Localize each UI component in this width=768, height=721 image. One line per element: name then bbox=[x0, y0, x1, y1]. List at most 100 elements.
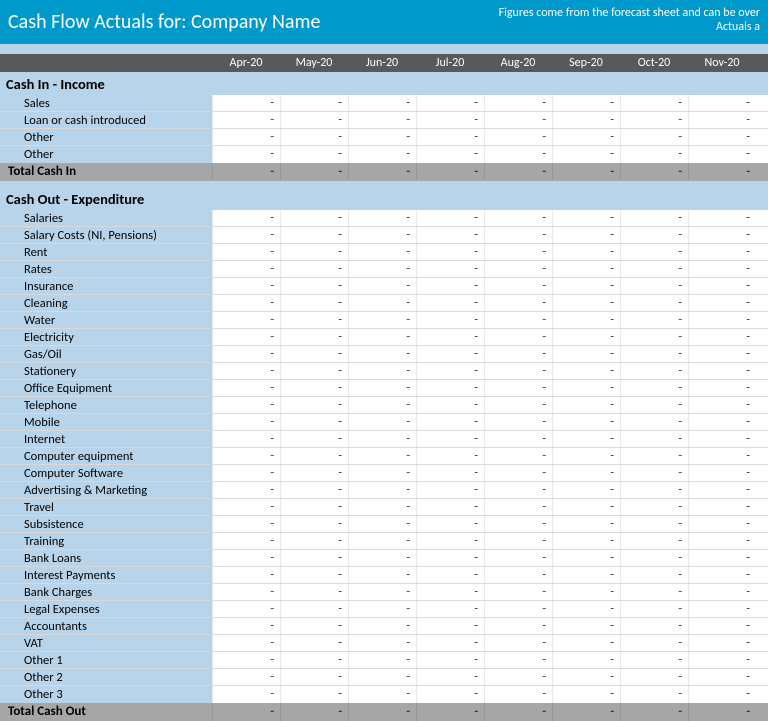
cell[interactable]: - bbox=[484, 584, 552, 600]
cell[interactable]: - bbox=[416, 95, 484, 111]
cell[interactable]: - bbox=[348, 567, 416, 583]
cell[interactable]: - bbox=[212, 329, 280, 345]
cell[interactable]: - bbox=[416, 227, 484, 243]
cell[interactable]: - bbox=[416, 431, 484, 447]
cell[interactable]: - bbox=[552, 244, 620, 260]
cell[interactable]: - bbox=[416, 346, 484, 362]
cell[interactable]: - bbox=[484, 601, 552, 617]
cell[interactable]: - bbox=[280, 312, 348, 328]
cell[interactable]: - bbox=[688, 584, 756, 600]
cell[interactable]: - bbox=[484, 129, 552, 145]
cell[interactable]: - bbox=[280, 516, 348, 532]
cell[interactable]: - bbox=[688, 414, 756, 430]
cell[interactable]: - bbox=[620, 618, 688, 634]
cell[interactable]: - bbox=[416, 244, 484, 260]
cell[interactable]: - bbox=[620, 516, 688, 532]
cell[interactable]: - bbox=[416, 210, 484, 226]
cell[interactable]: - bbox=[212, 431, 280, 447]
cell[interactable]: - bbox=[484, 244, 552, 260]
cell[interactable]: - bbox=[212, 227, 280, 243]
cell[interactable]: - bbox=[688, 380, 756, 396]
cell[interactable]: - bbox=[552, 652, 620, 668]
cell[interactable]: - bbox=[484, 312, 552, 328]
cell[interactable]: - bbox=[280, 146, 348, 163]
cell[interactable]: - bbox=[348, 448, 416, 464]
cell[interactable]: - bbox=[620, 431, 688, 447]
cell[interactable]: - bbox=[280, 244, 348, 260]
cell[interactable]: - bbox=[416, 601, 484, 617]
cell[interactable]: - bbox=[688, 95, 756, 111]
cell[interactable]: - bbox=[416, 465, 484, 481]
cell[interactable]: - bbox=[348, 635, 416, 651]
cell[interactable]: - bbox=[212, 112, 280, 128]
cell[interactable]: - bbox=[212, 380, 280, 396]
cell[interactable]: - bbox=[620, 295, 688, 311]
cell[interactable]: - bbox=[212, 635, 280, 651]
cell[interactable]: - bbox=[212, 516, 280, 532]
cell[interactable]: - bbox=[484, 482, 552, 498]
cell[interactable]: - bbox=[212, 686, 280, 703]
cell[interactable]: - bbox=[416, 312, 484, 328]
cell[interactable]: - bbox=[620, 380, 688, 396]
cell[interactable]: - bbox=[688, 329, 756, 345]
cell[interactable]: - bbox=[212, 95, 280, 111]
cell[interactable]: - bbox=[348, 499, 416, 515]
cell[interactable]: - bbox=[280, 635, 348, 651]
cell[interactable]: - bbox=[552, 146, 620, 163]
cell[interactable]: - bbox=[280, 618, 348, 634]
cell[interactable]: - bbox=[348, 295, 416, 311]
cell[interactable]: - bbox=[552, 516, 620, 532]
cell[interactable]: - bbox=[620, 95, 688, 111]
cell[interactable]: - bbox=[688, 112, 756, 128]
cell[interactable]: - bbox=[212, 261, 280, 277]
cell[interactable]: - bbox=[280, 95, 348, 111]
cell[interactable]: - bbox=[620, 397, 688, 413]
cell[interactable]: - bbox=[620, 550, 688, 566]
cell[interactable]: - bbox=[348, 112, 416, 128]
cell[interactable]: - bbox=[688, 533, 756, 549]
cell[interactable]: - bbox=[212, 129, 280, 145]
cell[interactable]: - bbox=[552, 227, 620, 243]
cell[interactable]: - bbox=[348, 380, 416, 396]
cell[interactable]: - bbox=[688, 397, 756, 413]
cell[interactable]: - bbox=[212, 363, 280, 379]
cell[interactable]: - bbox=[416, 567, 484, 583]
cell[interactable]: - bbox=[484, 278, 552, 294]
cell[interactable]: - bbox=[280, 567, 348, 583]
cell[interactable]: - bbox=[416, 635, 484, 651]
cell[interactable]: - bbox=[688, 261, 756, 277]
cell[interactable]: - bbox=[484, 95, 552, 111]
cell[interactable]: - bbox=[212, 210, 280, 226]
cell[interactable]: - bbox=[688, 567, 756, 583]
cell[interactable]: - bbox=[688, 550, 756, 566]
cell[interactable]: - bbox=[348, 465, 416, 481]
cell[interactable]: - bbox=[280, 499, 348, 515]
cell[interactable]: - bbox=[212, 567, 280, 583]
cell[interactable]: - bbox=[620, 465, 688, 481]
cell[interactable]: - bbox=[484, 261, 552, 277]
cell[interactable]: - bbox=[688, 618, 756, 634]
cell[interactable]: - bbox=[688, 431, 756, 447]
cell[interactable]: - bbox=[688, 482, 756, 498]
cell[interactable]: - bbox=[348, 601, 416, 617]
cell[interactable]: - bbox=[348, 363, 416, 379]
cell[interactable]: - bbox=[416, 618, 484, 634]
cell[interactable]: - bbox=[416, 669, 484, 685]
cell[interactable]: - bbox=[348, 261, 416, 277]
cell[interactable]: - bbox=[280, 533, 348, 549]
cell[interactable]: - bbox=[348, 278, 416, 294]
cell[interactable]: - bbox=[280, 465, 348, 481]
cell[interactable]: - bbox=[688, 465, 756, 481]
cell[interactable]: - bbox=[280, 295, 348, 311]
cell[interactable]: - bbox=[280, 210, 348, 226]
cell[interactable]: - bbox=[484, 210, 552, 226]
cell[interactable]: - bbox=[484, 227, 552, 243]
cell[interactable]: - bbox=[280, 601, 348, 617]
cell[interactable]: - bbox=[484, 533, 552, 549]
cell[interactable]: - bbox=[552, 635, 620, 651]
cell[interactable]: - bbox=[620, 146, 688, 163]
cell[interactable]: - bbox=[416, 448, 484, 464]
cell[interactable]: - bbox=[484, 567, 552, 583]
cell[interactable]: - bbox=[280, 448, 348, 464]
cell[interactable]: - bbox=[688, 635, 756, 651]
